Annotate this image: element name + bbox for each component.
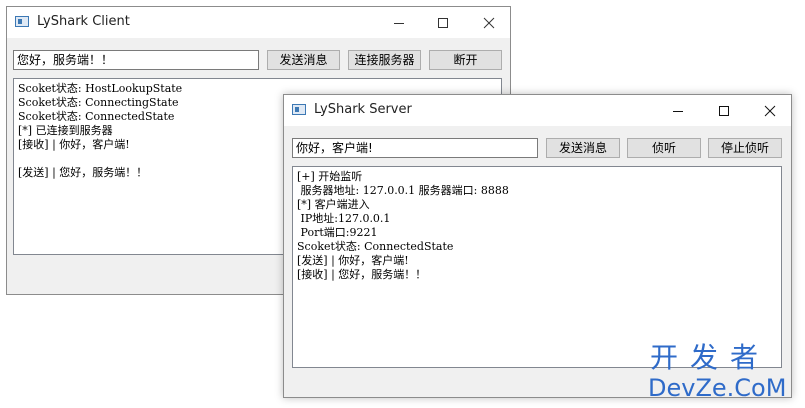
server-titlebar[interactable]: LyShark Server xyxy=(284,95,791,126)
devze-watermark: 开发者 DevZe.CoM xyxy=(648,341,798,403)
log-line: [接收] | 您好，服务端！！ xyxy=(297,268,427,281)
window-app-icon xyxy=(15,16,29,27)
stop-listen-button[interactable]: 停止侦听 xyxy=(708,138,782,158)
client-send-button[interactable]: 发送消息 xyxy=(267,50,340,70)
listen-button[interactable]: 侦听 xyxy=(627,138,701,158)
window-app-icon xyxy=(292,104,306,115)
log-line: [发送] | 你好，客户端! xyxy=(297,254,409,267)
log-line: [*] 客户端进入 xyxy=(297,198,370,211)
client-message-input[interactable]: 您好，服务端！！ xyxy=(13,50,259,70)
log-line: 服务器地址: 127.0.0.1 服务器端口: 8888 xyxy=(297,184,509,197)
log-line: Scoket状态: ConnectedState xyxy=(297,240,454,253)
minimize-icon[interactable] xyxy=(655,95,701,126)
server-send-button[interactable]: 发送消息 xyxy=(546,138,620,158)
log-line: [+] 开始监听 xyxy=(297,170,363,183)
close-icon[interactable] xyxy=(466,7,512,38)
close-icon[interactable] xyxy=(747,95,793,126)
server-log-area[interactable]: [+] 开始监听 服务器地址: 127.0.0.1 服务器端口: 8888 [*… xyxy=(292,166,782,368)
disconnect-button[interactable]: 断开 xyxy=(429,50,502,70)
server-window-title: LyShark Server xyxy=(314,102,412,117)
maximize-icon[interactable] xyxy=(420,7,466,38)
connect-server-button[interactable]: 连接服务器 xyxy=(348,50,421,70)
client-window-title: LyShark Client xyxy=(37,14,130,29)
client-titlebar[interactable]: LyShark Client xyxy=(7,7,510,38)
watermark-latin: DevZe.CoM xyxy=(648,374,787,402)
log-line: Port端口:9221 xyxy=(297,226,378,239)
log-line: IP地址:127.0.0.1 xyxy=(297,212,391,225)
watermark-chinese: 开发者 xyxy=(650,341,771,374)
server-message-input[interactable]: 你好，客户端! xyxy=(292,138,538,158)
maximize-icon[interactable] xyxy=(701,95,747,126)
minimize-icon[interactable] xyxy=(376,7,422,38)
